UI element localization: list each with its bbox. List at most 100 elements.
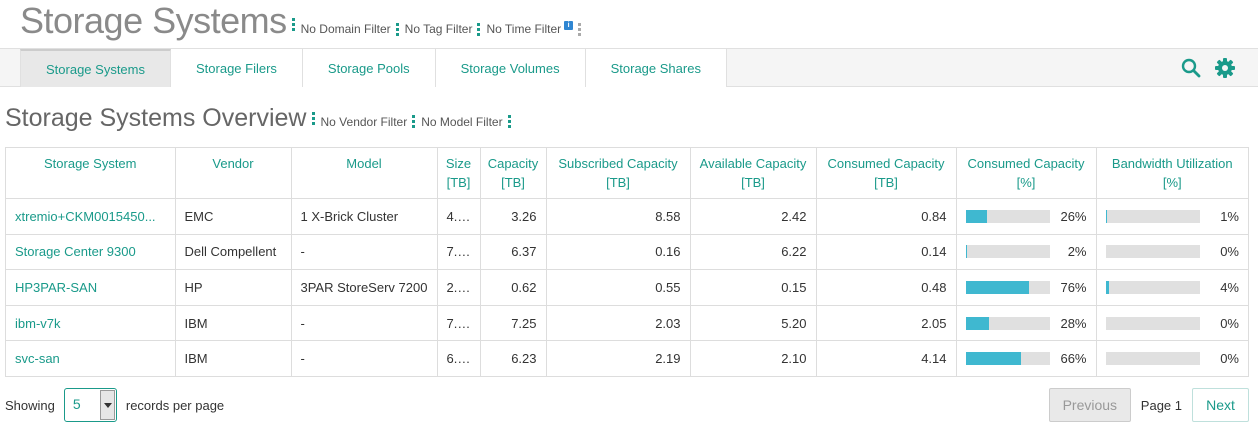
available-capacity-cell: 2.42 [690,198,817,235]
vendor-cell: IBM [175,305,292,342]
domain-filter-label: No Domain Filter [300,22,391,36]
size-cell: 7.10 [437,234,481,271]
bandwidth-pct-bar [1105,280,1200,294]
time-filter[interactable]: No Time Filter i [486,20,587,38]
info-icon[interactable]: i [564,20,574,30]
consumed-pct-cell: 28% [956,305,1097,342]
model-cell: 3PAR StoreServ 7200 [291,269,438,306]
capacity-cell: 3.26 [480,198,547,235]
time-filter-menu-icon[interactable] [578,21,582,38]
gear-icon[interactable] [1214,57,1236,79]
column-header-unit: [TB] [446,175,471,190]
table-row: xtremio+CKM0015450... EMC 1 X-Brick Cluste… [6,198,1248,235]
capacity-cell: 0.62 [480,269,547,306]
storage-system-link[interactable]: HP3PAR-SAN [6,269,176,306]
domain-filter[interactable]: No Domain Filter [301,21,405,38]
tag-filter-label: No Tag Filter [404,22,473,36]
tab-storage-volumes[interactable]: Storage Volumes [435,49,586,87]
bandwidth-pct-bar [1105,352,1200,366]
capacity-cell: 6.37 [480,234,547,271]
title-menu-icon[interactable] [291,16,295,33]
column-header[interactable]: Capacity [TB] [480,148,547,199]
consumed-pct-value: 66% [1060,351,1087,367]
column-header-unit: [TB] [874,175,898,190]
section-header: Storage Systems Overview No Vendor Filte… [5,104,517,133]
time-filter-label: No Time Filter [486,22,562,36]
column-header[interactable]: Vendor [175,148,292,199]
chevron-down-icon[interactable] [99,390,115,420]
column-header[interactable]: Model [291,148,438,199]
column-header-label: Capacity [487,156,539,171]
bandwidth-pct-value: 0% [1220,351,1239,367]
column-header-unit: [TB] [741,175,765,190]
bandwidth-pct-value: 0% [1220,244,1239,260]
table-header-row: Storage System Vendor Model Size [TB] Capacit… [6,148,1248,199]
page-size-select[interactable]: 5 [63,388,117,422]
storage-systems-table: Storage System Vendor Model Size [TB] Capacit… [5,147,1249,378]
vendor-cell: IBM [175,340,292,377]
column-header[interactable]: Storage System [6,148,176,199]
column-header[interactable]: Subscribed Capacity [TB] [546,148,691,199]
table-row: HP3PAR-SAN HP 3PAR StoreServ 7200 2.13 0.62 0… [6,269,1248,306]
column-header[interactable]: Consumed Capacity [TB] [816,148,957,199]
storage-system-link[interactable]: xtremio+CKM0015450... [6,198,176,235]
table-footer: Showing 5 records per page Previous Page… [5,387,1249,423]
consumed-pct-bar-fill [965,209,988,223]
bandwidth-pct-bar [1105,209,1200,223]
tabs: Storage Systems Storage Filers Storage Poo… [20,49,727,87]
tab-storage-pools[interactable]: Storage Pools [302,49,436,87]
section-menu-icon[interactable] [311,110,315,127]
model-cell: - [291,234,438,271]
tag-filter-menu-icon[interactable] [477,21,481,38]
consumed-capacity-cell: 4.14 [816,340,957,377]
storage-system-link[interactable]: ibm-v7k [6,305,176,342]
bandwidth-pct-cell: 1% [1096,198,1248,235]
page-title: Storage Systems [20,0,287,41]
available-capacity-cell: 6.22 [690,234,817,271]
model-filter[interactable]: No Model Filter [421,113,516,130]
consumed-pct-bar [965,209,1050,223]
available-capacity-cell: 2.10 [690,340,817,377]
available-capacity-cell: 5.20 [690,305,817,342]
bandwidth-pct-cell: 0% [1096,234,1248,271]
tab-storage-systems[interactable]: Storage Systems [20,49,171,87]
pagination: Previous Page 1 Next [1048,387,1249,423]
next-button[interactable]: Next [1192,388,1249,422]
consumed-capacity-cell: 0.48 [816,269,957,306]
model-filter-menu-icon[interactable] [507,113,511,130]
previous-button[interactable]: Previous [1048,388,1131,422]
subscribed-capacity-cell: 2.19 [546,340,691,377]
page-size-value: 5 [72,396,81,412]
subscribed-capacity-cell: 8.58 [546,198,691,235]
consumed-pct-cell: 66% [956,340,1097,377]
tab-storage-shares[interactable]: Storage Shares [585,49,727,87]
bandwidth-pct-value: 0% [1220,315,1239,331]
model-filter-label: No Model Filter [421,114,503,129]
table-row: Storage Center 9300 Dell Compellent -7.10 6… [6,234,1248,271]
model-cell: - [291,305,438,342]
column-header[interactable]: Size [TB] [437,148,481,199]
consumed-pct-bar-fill [965,245,968,259]
tag-filter[interactable]: No Tag Filter [405,21,487,38]
bandwidth-pct-cell: 4% [1096,269,1248,306]
column-header[interactable]: Available Capacity [TB] [690,148,817,199]
domain-filter-menu-icon[interactable] [395,21,399,38]
table-body: xtremio+CKM0015450... EMC 1 X-Brick Cluste… [6,198,1248,377]
capacity-cell: 7.25 [480,305,547,342]
vendor-filter-menu-icon[interactable] [412,113,416,130]
search-icon[interactable] [1180,57,1202,79]
section-title: Storage Systems Overview [5,104,307,132]
consumed-pct-cell: 2% [956,234,1097,271]
vendor-filter[interactable]: No Vendor Filter [321,113,422,130]
column-header-unit: [TB] [606,175,630,190]
tab-storage-filers[interactable]: Storage Filers [171,49,303,87]
column-header-label: Model [346,156,382,171]
subscribed-capacity-cell: 0.55 [546,269,691,306]
column-header[interactable]: Bandwidth Utilization [%] [1096,148,1248,199]
storage-system-link[interactable]: Storage Center 9300 [6,234,176,271]
column-header-unit: [%] [1016,175,1036,190]
column-header[interactable]: Consumed Capacity [%] [956,148,1097,199]
consumed-pct-value: 26% [1060,208,1087,224]
storage-system-link[interactable]: svc-san [6,340,176,377]
page-indicator: Page 1 [1140,397,1182,413]
